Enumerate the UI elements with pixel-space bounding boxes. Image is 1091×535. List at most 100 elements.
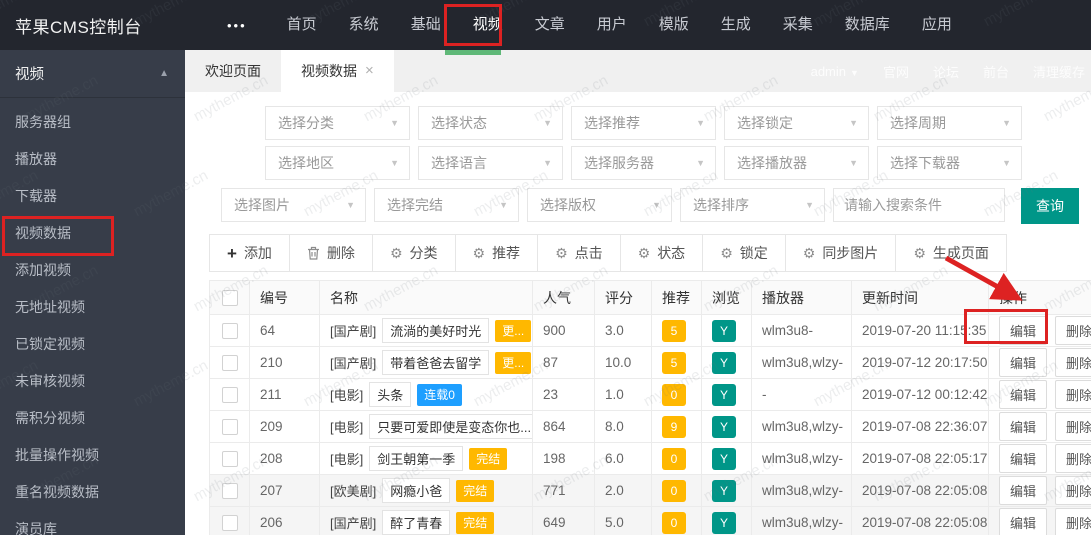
filter-select[interactable]: 选择版权 ▼ — [527, 188, 672, 222]
top-nav-item-10[interactable]: 应用 — [906, 0, 968, 50]
sidebar-item[interactable]: 视频数据 — [0, 215, 185, 252]
filter-select[interactable]: 选择播放器 ▼ — [724, 146, 869, 180]
filter-select[interactable]: 选择周期 ▼ — [877, 106, 1022, 140]
edit-button[interactable]: 编辑 — [999, 316, 1048, 345]
video-title[interactable]: 醉了青春 — [382, 510, 451, 535]
sidebar-item[interactable]: 播放器 — [0, 141, 185, 178]
row-checkbox[interactable] — [221, 482, 238, 499]
toolbar-button-生成页面[interactable]: + ⚙ 生成页面 — [895, 234, 1007, 272]
userbar-link[interactable]: 前台 — [983, 62, 1009, 81]
sidebar-item[interactable]: 未审核视频 — [0, 363, 185, 400]
select-all-checkbox[interactable] — [221, 289, 238, 306]
tab-video-data[interactable]: 视频数据 × — [281, 50, 394, 92]
sidebar-item[interactable]: 演员库 — [0, 511, 185, 535]
video-title[interactable]: 头条 — [369, 382, 412, 407]
recommend-badge[interactable]: 0 — [662, 383, 686, 406]
toolbar-button-锁定[interactable]: + ⚙ 锁定 — [702, 234, 786, 272]
top-nav-item-8[interactable]: 采集 — [767, 0, 829, 50]
sidebar-item[interactable]: 已锁定视频 — [0, 326, 185, 363]
delete-button[interactable]: 删除 — [1055, 348, 1091, 377]
recommend-badge[interactable]: 0 — [662, 511, 686, 534]
sidebar-item[interactable]: 无地址视频 — [0, 289, 185, 326]
top-nav-item-5[interactable]: 用户 — [581, 0, 643, 50]
row-checkbox[interactable] — [221, 450, 238, 467]
browse-badge[interactable]: Y — [712, 415, 736, 438]
sidebar-group-video[interactable]: 视频 ▲ — [0, 50, 185, 98]
delete-button[interactable]: 删除 — [1055, 316, 1091, 345]
browse-badge[interactable]: Y — [712, 511, 736, 534]
row-checkbox[interactable] — [221, 322, 238, 339]
top-nav-item-1[interactable]: 系统 — [333, 0, 395, 50]
sidebar-item[interactable]: 需积分视频 — [0, 400, 185, 437]
video-title[interactable]: 网瘾小爸 — [382, 478, 451, 503]
userbar-link[interactable]: 论坛 — [933, 62, 959, 81]
sidebar-item[interactable]: 添加视频 — [0, 252, 185, 289]
filter-select[interactable]: 选择下载器 ▼ — [877, 146, 1022, 180]
row-checkbox[interactable] — [221, 354, 238, 371]
recommend-badge[interactable]: 5 — [662, 319, 686, 342]
delete-button[interactable]: 删除 — [1055, 476, 1091, 505]
edit-button[interactable]: 编辑 — [999, 508, 1048, 535]
row-checkbox[interactable] — [221, 386, 238, 403]
filter-select[interactable]: 选择锁定 ▼ — [724, 106, 869, 140]
top-nav-item-3[interactable]: 视频 — [457, 0, 519, 50]
search-input[interactable] — [833, 188, 1005, 222]
toolbar-button-分类[interactable]: + ⚙ 分类 — [371, 234, 456, 272]
edit-button[interactable]: 编辑 — [999, 476, 1048, 505]
delete-button[interactable]: 删除 — [1055, 444, 1091, 473]
toolbar-button-推荐[interactable]: + ⚙ 推荐 — [454, 234, 539, 272]
video-title[interactable]: 只要可爱即使是变态你也... — [369, 414, 532, 439]
browse-badge[interactable]: Y — [712, 383, 736, 406]
top-nav-item-4[interactable]: 文章 — [519, 0, 581, 50]
recommend-badge[interactable]: 9 — [662, 415, 686, 438]
filter-select[interactable]: 选择分类 ▼ — [265, 106, 410, 140]
toolbar-button-删除[interactable]: + ⚙ 删除 — [288, 234, 373, 272]
filter-select[interactable]: 选择地区 ▼ — [265, 146, 410, 180]
filter-select[interactable]: 选择推荐 ▼ — [571, 106, 716, 140]
sidebar-item[interactable]: 批量操作视频 — [0, 437, 185, 474]
sidebar-item[interactable]: 下载器 — [0, 178, 185, 215]
browse-badge[interactable]: Y — [712, 479, 736, 502]
browse-badge[interactable]: Y — [712, 319, 736, 342]
row-checkbox[interactable] — [221, 418, 238, 435]
toolbar-button-点击[interactable]: + ⚙ 点击 — [537, 234, 621, 272]
delete-button[interactable]: 删除 — [1055, 508, 1091, 535]
tab-welcome[interactable]: 欢迎页面 — [185, 50, 281, 92]
toolbar-button-同步图片[interactable]: + ⚙ 同步图片 — [784, 234, 897, 272]
browse-badge[interactable]: Y — [712, 351, 736, 374]
more-menu-icon[interactable]: ••• — [227, 18, 247, 33]
top-nav-item-0[interactable]: 首页 — [271, 0, 333, 50]
edit-button[interactable]: 编辑 — [999, 380, 1048, 409]
userbar-link[interactable]: 清理缓存 — [1033, 62, 1085, 81]
filter-select[interactable]: 选择状态 ▼ — [418, 106, 563, 140]
toolbar-button-添加[interactable]: + ⚙ 添加 — [209, 234, 290, 272]
edit-button[interactable]: 编辑 — [999, 444, 1048, 473]
video-title[interactable]: 带着爸爸去留学 — [382, 350, 490, 375]
recommend-badge[interactable]: 0 — [662, 479, 686, 502]
edit-button[interactable]: 编辑 — [999, 348, 1048, 377]
query-button[interactable]: 查询 — [1021, 188, 1079, 224]
recommend-badge[interactable]: 0 — [662, 447, 686, 470]
sidebar-item[interactable]: 服务器组 — [0, 104, 185, 141]
toolbar-button-状态[interactable]: + ⚙ 状态 — [619, 234, 704, 272]
delete-button[interactable]: 删除 — [1055, 412, 1091, 441]
user-menu[interactable]: admin ▼ — [811, 64, 859, 79]
close-icon[interactable]: × — [365, 50, 374, 92]
filter-select[interactable]: 选择完结 ▼ — [374, 188, 519, 222]
filter-select[interactable]: 选择语言 ▼ — [418, 146, 563, 180]
row-checkbox[interactable] — [221, 514, 238, 531]
top-nav-item-9[interactable]: 数据库 — [829, 0, 906, 50]
video-title[interactable]: 流淌的美好时光 — [382, 318, 490, 343]
top-nav-item-2[interactable]: 基础 — [395, 0, 457, 50]
recommend-badge[interactable]: 5 — [662, 351, 686, 374]
top-nav-item-6[interactable]: 模版 — [643, 0, 705, 50]
edit-button[interactable]: 编辑 — [999, 412, 1048, 441]
top-nav-item-7[interactable]: 生成 — [705, 0, 767, 50]
browse-badge[interactable]: Y — [712, 447, 736, 470]
filter-select[interactable]: 选择服务器 ▼ — [571, 146, 716, 180]
userbar-link[interactable]: 官网 — [883, 62, 909, 81]
sidebar-item[interactable]: 重名视频数据 — [0, 474, 185, 511]
filter-select[interactable]: 选择排序 ▼ — [680, 188, 825, 222]
video-title[interactable]: 剑王朝第一季 — [369, 446, 464, 471]
filter-select[interactable]: 选择图片 ▼ — [221, 188, 366, 222]
